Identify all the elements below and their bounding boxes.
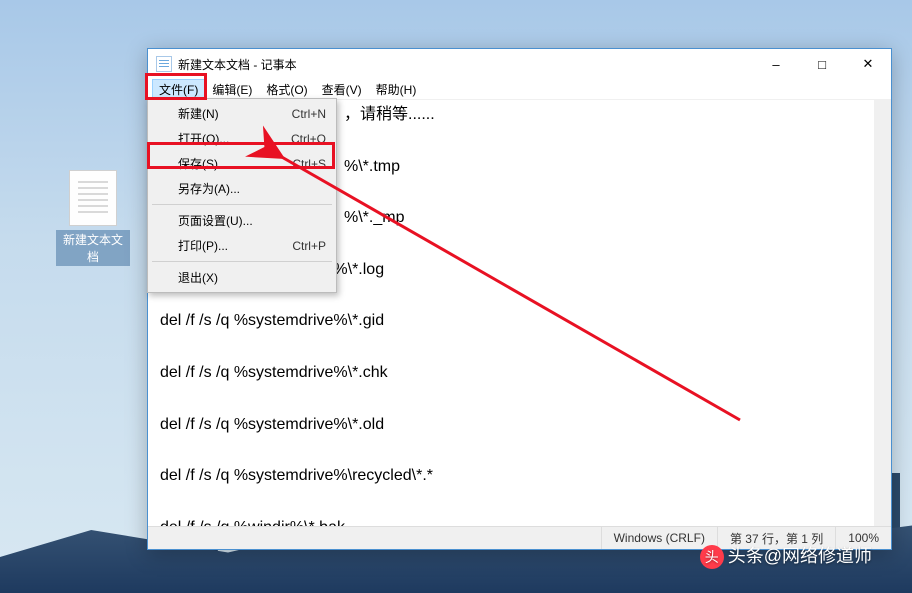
menu-format[interactable]: 格式(O) [259,79,314,100]
maximize-button[interactable]: □ [799,49,845,79]
menu-item-新建n[interactable]: 新建(N)Ctrl+N [150,101,334,126]
menu-item-shortcut: Ctrl+O [291,132,326,146]
menu-item-label: 另存为(A)... [178,180,326,197]
file-menu-dropdown: 新建(N)Ctrl+N打开(O)...Ctrl+O保存(S)Ctrl+S另存为(… [147,98,337,293]
menu-item-shortcut: Ctrl+N [292,107,326,121]
scrollbar-up[interactable] [874,100,891,117]
menu-item-另存为a[interactable]: 另存为(A)... [150,176,334,201]
editor-line: del /f /s /q %systemdrive%\*.gid [152,308,870,334]
menu-item-shortcut: Ctrl+S [292,157,326,171]
menu-help[interactable]: 帮助(H) [369,79,424,100]
menu-item-label: 退出(X) [178,269,326,286]
desktop-file-icon[interactable]: 新建文本文档 [56,170,130,266]
menu-item-label: 页面设置(U)... [178,212,326,229]
menu-item-打印p[interactable]: 打印(P)...Ctrl+P [150,233,334,258]
menubar: 文件(F) 编辑(E) 格式(O) 查看(V) 帮助(H) [148,79,891,100]
menu-item-保存s[interactable]: 保存(S)Ctrl+S [150,151,334,176]
menu-item-label: 新建(N) [178,105,292,122]
editor-line: del /f /s /q %windir%\*.bak [152,515,870,526]
menu-item-label: 打开(O)... [178,130,291,147]
editor-line: del /f /s /q %systemdrive%\*.chk [152,360,870,386]
window-title: 新建文本文档 - 记事本 [178,56,753,73]
watermark: 头头条@网络修道师 [700,542,872,569]
notepad-app-icon [156,56,172,72]
menu-item-shortcut: Ctrl+P [292,239,326,253]
menu-view[interactable]: 查看(V) [315,79,369,100]
menu-item-label: 打印(P)... [178,237,292,254]
menu-item-页面设置u[interactable]: 页面设置(U)... [150,208,334,233]
titlebar[interactable]: 新建文本文档 - 记事本 – □ ✕ [148,49,891,79]
editor-line: del /f /s /q %systemdrive%\*.old [152,412,870,438]
menu-item-打开o[interactable]: 打开(O)...Ctrl+O [150,126,334,151]
menu-item-退出x[interactable]: 退出(X) [150,265,334,290]
menu-edit[interactable]: 编辑(E) [205,79,259,100]
editor-line: del /f /s /q %systemdrive%\recycled\*.* [152,463,870,489]
textfile-icon [69,170,117,226]
menu-file[interactable]: 文件(F) [152,79,205,100]
close-button[interactable]: ✕ [845,49,891,79]
toutiao-logo-icon: 头 [700,545,724,569]
minimize-button[interactable]: – [753,49,799,79]
menu-item-label: 保存(S) [178,155,292,172]
desktop-file-label: 新建文本文档 [56,230,130,266]
